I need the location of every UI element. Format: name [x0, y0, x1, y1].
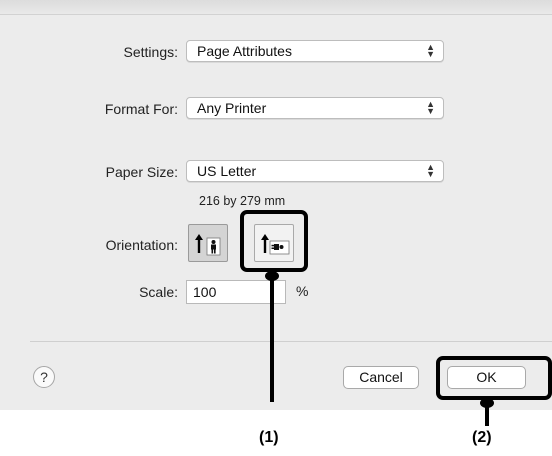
format-for-popup[interactable]: Any Printer ▲ ▼: [186, 97, 444, 119]
scale-unit: %: [296, 283, 309, 299]
orientation-label: Orientation:: [105, 237, 178, 253]
callout-line-1: [270, 272, 274, 402]
settings-popup[interactable]: Page Attributes ▲ ▼: [186, 40, 444, 62]
callout-label-2: (2): [472, 429, 492, 446]
settings-label: Settings:: [123, 44, 178, 60]
callout-box-2: [436, 356, 552, 400]
paper-size-value: US Letter: [197, 163, 257, 179]
page-setup-dialog: Settings: Page Attributes ▲ ▼ Format For:…: [0, 0, 552, 410]
format-for-value: Any Printer: [197, 100, 267, 116]
callout-dot-1: [265, 271, 279, 281]
callout-box-1: [240, 210, 308, 272]
portrait-orientation-icon: [195, 234, 221, 256]
scale-label: Scale:: [139, 284, 178, 300]
popup-arrows-icon: ▲ ▼: [426, 162, 435, 179]
portrait-orientation-button[interactable]: [188, 224, 228, 262]
paper-size-label: Paper Size:: [105, 164, 178, 180]
callout-label-1: (1): [259, 429, 279, 446]
settings-value: Page Attributes: [197, 43, 292, 59]
popup-arrows-icon: ▲ ▼: [426, 42, 435, 59]
paper-size-popup[interactable]: US Letter ▲ ▼: [186, 160, 444, 182]
cancel-button[interactable]: Cancel: [343, 366, 419, 389]
separator: [30, 341, 552, 342]
paper-dimensions: 216 by 279 mm: [199, 194, 286, 208]
format-for-label: Format For:: [104, 101, 178, 117]
dialog-top-bar: [0, 0, 552, 15]
help-button[interactable]: ?: [33, 366, 55, 388]
callout-dot-2: [480, 398, 494, 408]
popup-arrows-icon: ▲ ▼: [426, 99, 435, 116]
